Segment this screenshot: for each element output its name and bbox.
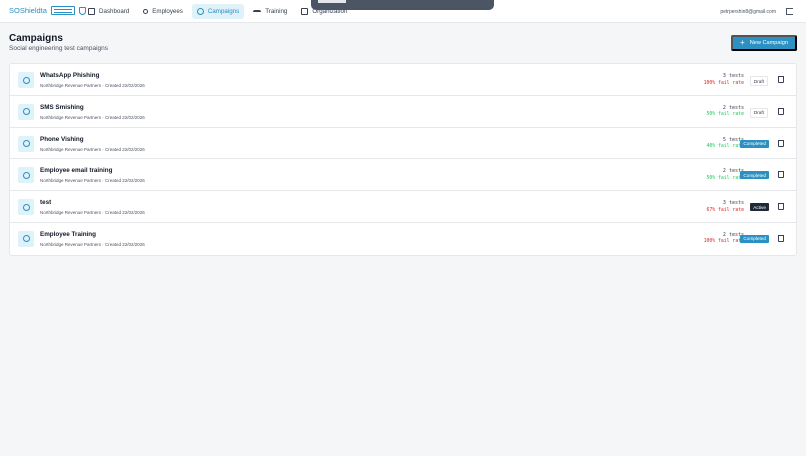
campaign-meta: Northbridge Revenue Partners · Created 2…	[40, 83, 145, 88]
campaign-stats: 5 tests 40% fail rate	[706, 137, 744, 150]
test-count: 3 tests	[722, 73, 744, 79]
logo-text: SOShieldta	[9, 6, 47, 15]
campaign-stats: 2 tests 100% fail rate	[704, 232, 744, 245]
nav-dashboard[interactable]: Dashboard	[83, 4, 134, 19]
campaign-icon	[18, 230, 34, 247]
graduation-cap-icon	[253, 9, 262, 14]
campaign-stats: 2 tests 50% fail rate	[706, 168, 744, 181]
trash-icon[interactable]	[778, 234, 784, 242]
campaign-row[interactable]: SMS Smishing Northbridge Revenue Partner…	[10, 96, 796, 128]
campaign-meta: Northbridge Revenue Partners · Created 2…	[40, 114, 145, 120]
campaign-meta: Northbridge Revenue Partners · Created 2…	[40, 146, 145, 152]
status-badge: Draft	[749, 76, 768, 86]
campaign-icon	[18, 135, 34, 152]
plus-icon: +	[740, 38, 745, 47]
campaign-row[interactable]: Phone Vishing Northbridge Revenue Partne…	[10, 128, 796, 160]
campaign-row[interactable]: test Northbridge Revenue Partners · Crea…	[10, 191, 796, 223]
campaign-meta: Northbridge Revenue Partners · Created 2…	[40, 241, 145, 247]
campaign-row[interactable]: Employee Training Northbridge Revenue Pa…	[10, 223, 796, 255]
status-badge: Completed	[740, 139, 769, 148]
building-icon	[301, 8, 309, 15]
page-subtitle: Social engineering test campaigns	[9, 45, 109, 52]
brand-logo[interactable]: SOShieldta	[9, 6, 86, 15]
toast-notification	[311, 0, 494, 10]
trash-icon[interactable]	[778, 203, 784, 211]
campaign-icon	[18, 72, 34, 88]
toast-indicator	[318, 0, 346, 3]
trash-icon[interactable]	[778, 139, 784, 147]
campaign-name: Employee Training	[40, 230, 96, 238]
trash-icon[interactable]	[778, 76, 784, 83]
status-badge: Completed	[740, 234, 769, 243]
campaign-stats: 2 tests 50% fail rate	[706, 105, 744, 118]
nav-training[interactable]: Training	[248, 4, 292, 19]
campaign-name: WhatsApp Phishing	[40, 72, 100, 79]
fail-rate: 50% fail rate	[706, 112, 744, 118]
new-campaign-button[interactable]: + New Campaign	[731, 35, 797, 51]
campaign-name: Employee email training	[40, 167, 113, 175]
nav-training-label: Training	[265, 8, 288, 15]
dashboard-icon	[88, 8, 95, 15]
nav-employees[interactable]: Employees	[138, 4, 188, 19]
fail-rate: 67% fail rate	[706, 207, 744, 213]
fail-rate: 50% fail rate	[706, 175, 744, 181]
target-icon	[196, 8, 204, 15]
campaign-name: test	[40, 199, 52, 207]
campaign-name: Phone Vishing	[40, 135, 84, 143]
trash-icon[interactable]	[778, 107, 784, 115]
fail-rate: 100% fail rate	[703, 80, 744, 86]
status-badge: Active	[750, 203, 769, 212]
page-title: Campaigns	[9, 33, 63, 44]
campaign-meta: Northbridge Revenue Partners · Created 2…	[40, 178, 145, 184]
campaign-icon	[18, 167, 34, 184]
nav-campaigns-label: Campaigns	[207, 8, 240, 15]
fail-rate: 100% fail rate	[703, 239, 744, 245]
test-count: 5 tests	[722, 136, 744, 143]
campaign-stats: 3 tests 67% fail rate	[706, 200, 744, 213]
campaign-icon	[18, 103, 34, 120]
campaign-list: WhatsApp Phishing Northbridge Revenue Pa…	[9, 63, 797, 256]
test-count: 2 tests	[722, 231, 744, 238]
users-icon	[143, 9, 149, 14]
campaign-meta: Northbridge Revenue Partners · Created 2…	[40, 210, 145, 216]
campaign-icon	[18, 199, 34, 216]
test-count: 3 tests	[722, 200, 744, 207]
fail-rate: 40% fail rate	[706, 144, 744, 150]
campaign-stats: 3 tests 100% fail rate	[704, 73, 744, 86]
user-email: petrpershin8@gmail.com	[720, 9, 776, 15]
test-count: 2 tests	[722, 104, 744, 111]
nav-dashboard-label: Dashboard	[99, 8, 130, 15]
nav-employees-label: Employees	[152, 8, 183, 15]
logo-badge-icon	[50, 6, 75, 15]
trash-icon[interactable]	[778, 171, 784, 179]
test-count: 2 tests	[722, 168, 744, 175]
campaign-name: SMS Smishing	[40, 103, 84, 111]
campaign-row[interactable]: Employee email training Northbridge Reve…	[10, 159, 796, 192]
status-badge: Draft	[749, 107, 768, 118]
campaign-row[interactable]: WhatsApp Phishing Northbridge Revenue Pa…	[10, 64, 796, 96]
status-badge: Completed	[740, 171, 769, 180]
nav-campaigns[interactable]: Campaigns	[191, 4, 245, 19]
logout-icon[interactable]	[786, 8, 793, 15]
new-campaign-label: New Campaign	[749, 40, 788, 46]
